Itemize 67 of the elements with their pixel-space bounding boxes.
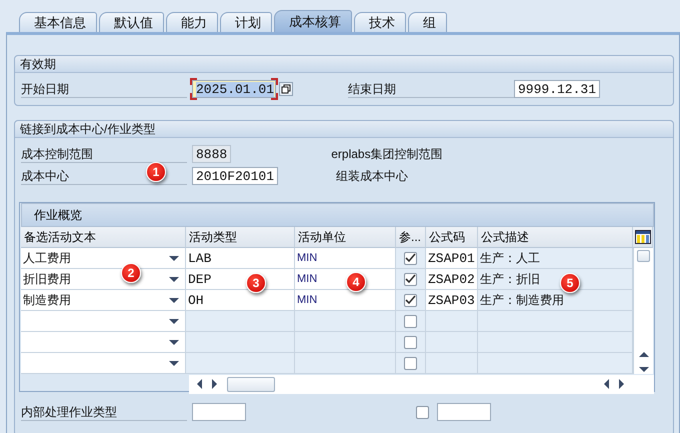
field-label: 成本控制范围 xyxy=(21,145,187,163)
field-description: erplabs集团控制范围 xyxy=(331,146,443,162)
table-cell: 生产：人工 xyxy=(478,248,633,269)
table-cell: OH xyxy=(186,290,295,311)
column-header[interactable]: 公式描述 xyxy=(478,227,633,248)
copy-icon[interactable] xyxy=(279,82,293,96)
field-description: 组装成本中心 xyxy=(336,168,408,184)
horizontal-scrollbar[interactable] xyxy=(189,374,654,394)
scroll-thumb[interactable] xyxy=(227,376,275,392)
table-cell: ZSAP03 xyxy=(426,290,478,311)
checkbox[interactable] xyxy=(404,272,417,286)
table-cell: ZSAP02 xyxy=(426,269,478,290)
caret-icon[interactable] xyxy=(169,276,179,282)
scroll-right-icon[interactable] xyxy=(619,379,624,389)
caret-icon[interactable] xyxy=(169,360,179,366)
checkbox[interactable] xyxy=(404,294,417,306)
dropdown-field[interactable]: 人工费用 xyxy=(21,248,186,269)
checkbox[interactable] xyxy=(404,356,417,370)
vertical-scrollbar[interactable] xyxy=(633,248,653,374)
dropdown-field[interactable] xyxy=(21,353,186,374)
column-header[interactable]: 活动类型 xyxy=(186,227,295,248)
caret-icon[interactable] xyxy=(169,340,179,344)
table-cell: ZSAP01 xyxy=(426,248,478,269)
caret-icon[interactable] xyxy=(169,298,179,302)
checkbox[interactable] xyxy=(416,406,429,418)
table-title: 作业概览 xyxy=(21,203,654,227)
tab[interactable]: 默认值 xyxy=(99,12,164,32)
checkbox[interactable] xyxy=(404,336,417,348)
table-cell: MIN xyxy=(295,290,396,311)
scroll-right-icon[interactable] xyxy=(212,379,217,389)
scroll-left-icon[interactable] xyxy=(197,379,202,389)
field-label: 开始日期 xyxy=(21,80,187,98)
table-cell: MIN xyxy=(295,248,396,269)
group-title: 链接到成本中心/作业类型 xyxy=(15,121,673,138)
dropdown-field[interactable]: 制造费用 xyxy=(21,290,186,311)
tab[interactable]: 计划 xyxy=(220,12,272,32)
input-field[interactable]: 2010F20101 xyxy=(192,167,278,185)
input-field[interactable] xyxy=(437,403,491,421)
caret-icon[interactable] xyxy=(169,256,179,260)
start-date-field[interactable]: 2025.01.01 xyxy=(192,80,276,98)
caret-icon[interactable] xyxy=(169,318,179,324)
scroll-thumb[interactable] xyxy=(637,250,650,262)
column-header[interactable]: 参... xyxy=(396,227,426,248)
input-field[interactable] xyxy=(192,403,246,421)
end-date-field[interactable]: 9999.12.31 xyxy=(514,80,600,98)
tab[interactable]: 技术 xyxy=(354,12,406,32)
checkbox[interactable] xyxy=(404,252,417,264)
checkbox[interactable] xyxy=(404,314,417,328)
dropdown-field[interactable] xyxy=(21,332,186,353)
tab[interactable]: 基本信息 xyxy=(19,12,97,32)
table-cell: LAB xyxy=(186,248,295,269)
column-header[interactable]: 公式码 xyxy=(426,227,478,248)
column-header[interactable]: 活动单位 xyxy=(295,227,396,248)
field-label: 结束日期 xyxy=(348,80,514,98)
scroll-up-icon[interactable] xyxy=(638,352,648,357)
input-field[interactable]: 8888 xyxy=(192,145,232,163)
column-settings-icon[interactable] xyxy=(634,230,650,244)
scroll-left-icon[interactable] xyxy=(604,379,609,389)
field-label: 内部处理作业类型 xyxy=(21,403,187,421)
group-title: 有效期 xyxy=(15,56,673,73)
scroll-down-icon[interactable] xyxy=(638,367,648,372)
dropdown-field[interactable] xyxy=(21,311,186,332)
tab[interactable]: 组 xyxy=(408,12,447,32)
tab[interactable]: 成本核算 xyxy=(274,10,352,32)
column-header[interactable]: 备选活动文本 xyxy=(21,227,186,248)
table-cell: 生产：制造费用 xyxy=(478,290,633,311)
tab[interactable]: 能力 xyxy=(166,12,218,32)
